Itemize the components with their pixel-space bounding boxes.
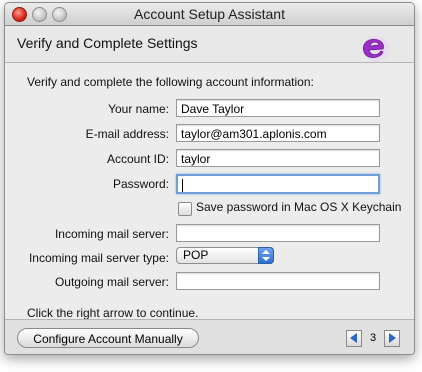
incoming-mail-server-type-value: POP (183, 248, 209, 262)
save-password-keychain-label[interactable]: Save password in Mac OS X Keychain (196, 200, 401, 214)
right-arrow-icon (389, 333, 396, 343)
page-navigation: 3 (346, 330, 400, 348)
footer-bar: Configure Account Manually 3 (5, 319, 414, 354)
incoming-mail-server-field[interactable] (176, 224, 380, 242)
window-title: Account Setup Assistant (134, 6, 285, 22)
settings-form: Verify and complete the following accoun… (5, 63, 414, 320)
email-address-field[interactable]: taylor@am301.aplonis.com (176, 124, 380, 142)
previous-page-button[interactable] (346, 330, 362, 347)
save-password-keychain-checkbox[interactable] (178, 202, 192, 216)
entourage-logo-icon (363, 36, 389, 62)
password-field[interactable] (176, 174, 380, 194)
incoming-mail-server-label: Incoming mail server: (54, 227, 169, 241)
account-id-field[interactable]: taylor (176, 149, 380, 167)
configure-account-manually-button[interactable]: Configure Account Manually (17, 328, 199, 348)
next-page-button[interactable] (384, 330, 400, 347)
page-title: Verify and Complete Settings (17, 35, 198, 51)
outgoing-mail-server-field[interactable] (176, 272, 380, 290)
your-name-label: Your name: (108, 102, 169, 116)
password-label: Password: (112, 177, 169, 191)
email-address-label: E-mail address: (85, 127, 169, 141)
incoming-mail-server-type-popup[interactable]: POP (176, 247, 274, 264)
popup-arrows-icon (258, 247, 274, 264)
page-number: 3 (369, 332, 377, 344)
your-name-field[interactable]: Dave Taylor (176, 99, 380, 117)
account-setup-window: Account Setup Assistant Verify and Compl… (4, 2, 415, 355)
incoming-mail-server-type-label: Incoming mail server type: (28, 251, 169, 265)
outgoing-mail-server-label: Outgoing mail server: (54, 275, 169, 289)
left-arrow-icon (350, 333, 357, 343)
title-bar[interactable]: Account Setup Assistant (5, 3, 414, 26)
account-id-label: Account ID: (106, 152, 169, 166)
intro-text: Verify and complete the following accoun… (27, 75, 314, 89)
continue-instructions: Click the right arrow to continue. (27, 306, 199, 320)
text-cursor (182, 179, 183, 192)
step-header: Verify and Complete Settings (5, 26, 414, 63)
